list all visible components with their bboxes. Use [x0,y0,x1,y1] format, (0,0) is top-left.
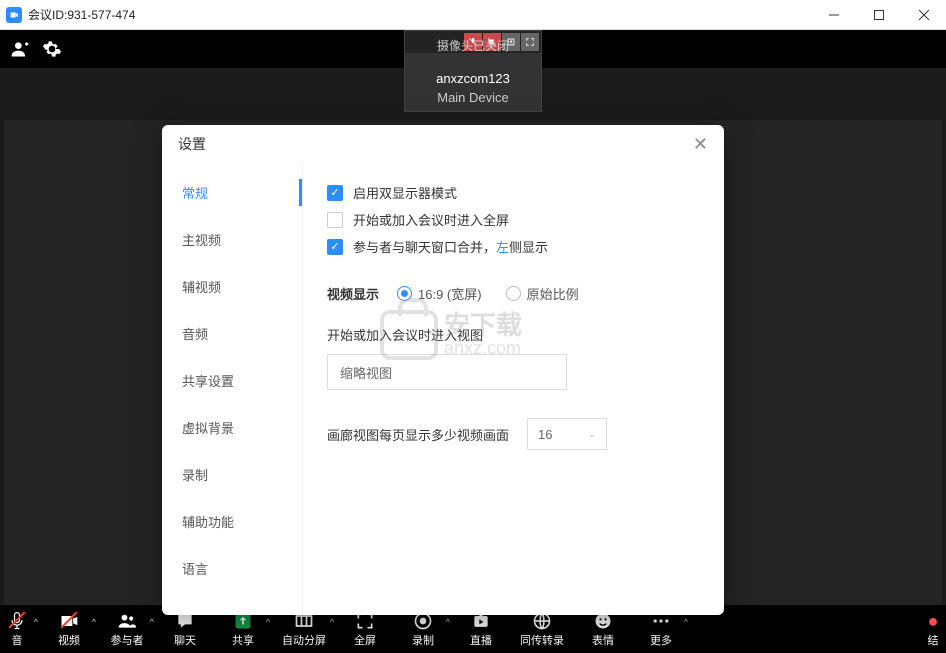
camera-icon [58,610,80,632]
gallery-label: 画廊视图每页显示多少视频画面 [327,425,509,444]
modal-sidebar: 常规 主视频 辅视频 音频 共享设置 虚拟背景 录制 辅助功能 语言 [162,163,302,615]
close-icon[interactable]: ✕ [693,134,708,155]
checkbox-icon [327,212,343,228]
modal-header: 设置 ✕ [162,125,724,163]
chevron-up-icon[interactable]: ^ [446,617,450,627]
main-area: 摄像头已关闭 anxzcom123 Main Device 音 ^ 视频 ^ 参… [0,30,946,653]
chevron-up-icon[interactable]: ^ [266,617,270,627]
enter-view-label: 开始或加入会议时进入视图 [327,325,700,344]
chevron-down-icon: ⌄ [588,429,596,440]
modal-content: 启用双显示器模式 开始或加入会议时进入全屏 参与者与聊天窗口合并，左侧显示 视频… [302,163,724,615]
sidebar-item-audio[interactable]: 音频 [162,310,302,357]
app-icon [6,7,22,23]
gear-icon[interactable] [40,37,64,61]
video-display-label: 视频显示 [327,284,379,303]
enter-view-select[interactable]: 缩略视图 [327,354,567,390]
chevron-up-icon[interactable]: ^ [330,617,334,627]
chevron-up-icon[interactable]: ^ [92,617,96,627]
checkbox-icon [327,185,343,201]
chevron-up-icon[interactable]: ^ [34,617,38,627]
chevron-up-icon[interactable]: ^ [684,617,688,627]
bt-audio[interactable]: 音 ^ [0,605,40,653]
checkbox-merge-chat[interactable]: 参与者与聊天窗口合并，左侧显示 [327,237,700,256]
bt-participants[interactable]: 参与者 ^ [98,605,156,653]
sidebar-item-accessibility[interactable]: 辅助功能 [162,498,302,545]
add-user-icon[interactable] [8,37,32,61]
window-title: 会议ID:931-577-474 [28,6,811,23]
tile-username: anxzcom123 [405,71,541,90]
video-display-radios: 16:9 (宽屏) 原始比例 [397,284,579,303]
end-icon: ● [928,610,939,632]
bt-video[interactable]: 视频 ^ [40,605,98,653]
chevron-up-icon[interactable]: ^ [150,617,154,627]
modal-title: 设置 [178,134,693,154]
tile-status: 摄像头已关闭 [405,35,541,56]
radio-icon [397,286,412,301]
window-controls [811,0,946,30]
minimize-button[interactable] [811,0,856,30]
checkbox-icon [327,239,343,255]
sidebar-item-share[interactable]: 共享设置 [162,357,302,404]
tile-device: Main Device [405,90,541,111]
radio-original[interactable]: 原始比例 [506,284,579,303]
close-button[interactable] [901,0,946,30]
checkbox-dual-monitor[interactable]: 启用双显示器模式 [327,183,700,202]
mic-icon [7,610,27,632]
sidebar-item-virtual-bg[interactable]: 虚拟背景 [162,404,302,451]
settings-modal: 设置 ✕ 常规 主视频 辅视频 音频 共享设置 虚拟背景 录制 辅助功能 语言 … [162,125,724,615]
sidebar-item-aux-video[interactable]: 辅视频 [162,263,302,310]
video-tile: 摄像头已关闭 anxzcom123 Main Device [404,30,542,112]
titlebar: 会议ID:931-577-474 [0,0,946,30]
maximize-button[interactable] [856,0,901,30]
sidebar-item-record[interactable]: 录制 [162,451,302,498]
participants-icon [116,610,138,632]
sidebar-item-language[interactable]: 语言 [162,545,302,592]
gallery-count-select[interactable]: 16 ⌄ [527,418,607,450]
radio-16-9[interactable]: 16:9 (宽屏) [397,284,482,303]
sidebar-item-general[interactable]: 常规 [162,169,302,216]
checkbox-fullscreen-on-join[interactable]: 开始或加入会议时进入全屏 [327,210,700,229]
radio-icon [506,286,521,301]
bt-end[interactable]: ● 结 [916,605,946,653]
sidebar-item-main-video[interactable]: 主视频 [162,216,302,263]
